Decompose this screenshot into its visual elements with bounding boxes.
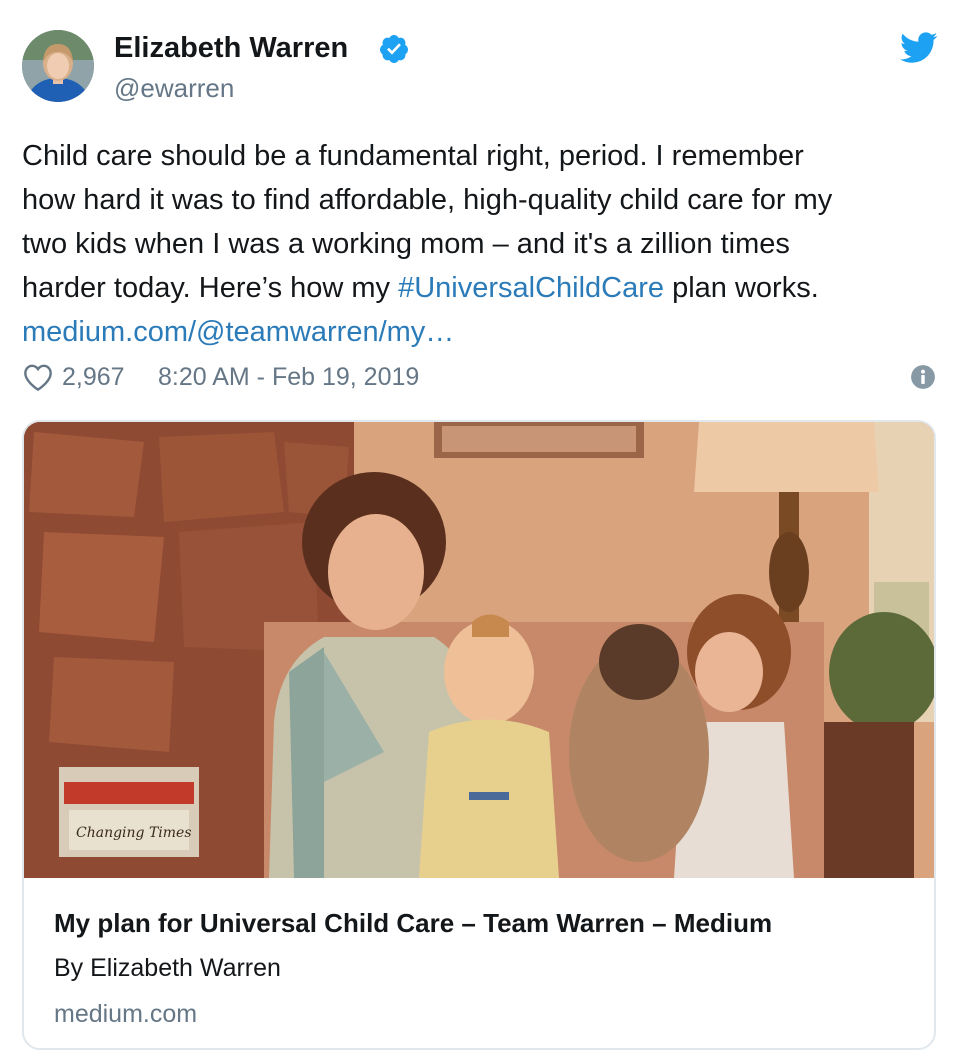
author-name[interactable]: Elizabeth Warren (114, 30, 348, 66)
link-card[interactable]: Changing Times My plan for Universal Chi… (22, 420, 936, 1050)
tweet-text: Child care should be a fundamental right… (22, 134, 942, 354)
card-description: By Elizabeth Warren (54, 954, 281, 982)
author-handle[interactable]: @ewarren (114, 72, 234, 104)
embedded-tweet: Elizabeth Warren @ewarren Child care sho… (0, 0, 962, 1062)
card-domain: medium.com (54, 1000, 198, 1028)
tweet-text-segment: plan works. (664, 272, 819, 304)
tweet-timestamp[interactable]: 8:20 AM - Feb 19, 2019 (158, 360, 419, 394)
card-image: Changing Times (24, 422, 934, 878)
card-title[interactable]: My plan for Universal Child Care – Team … (54, 908, 772, 939)
tweet-url-link[interactable]: medium.com/@teamwarren/my… (22, 310, 942, 354)
hashtag-link[interactable]: #UniversalChildCare (398, 272, 664, 304)
tweet-text-line: how hard it was to find affordable, high… (22, 184, 833, 216)
like-count[interactable]: 2,967 (62, 360, 125, 394)
tweet-meta: 2,967 8:20 AM - Feb 19, 2019 (22, 360, 940, 394)
tweet-text-segment: harder today. Here’s how my (22, 272, 399, 304)
card-body[interactable]: My plan for Universal Child Care – Team … (24, 878, 934, 1048)
tweet-text-line: harder today. Here’s how my #UniversalCh… (22, 266, 942, 310)
info-icon[interactable] (910, 364, 936, 390)
magazine-title: Changing Times (76, 825, 192, 841)
verified-badge-icon (379, 35, 408, 63)
heart-icon[interactable] (22, 362, 54, 392)
twitter-bird-icon[interactable] (900, 32, 938, 64)
tweet-text-line: two kids when I was a working mom – and … (22, 228, 790, 260)
tweet-text-line: Child care should be a fundamental right… (22, 140, 804, 172)
avatar[interactable] (22, 30, 94, 102)
